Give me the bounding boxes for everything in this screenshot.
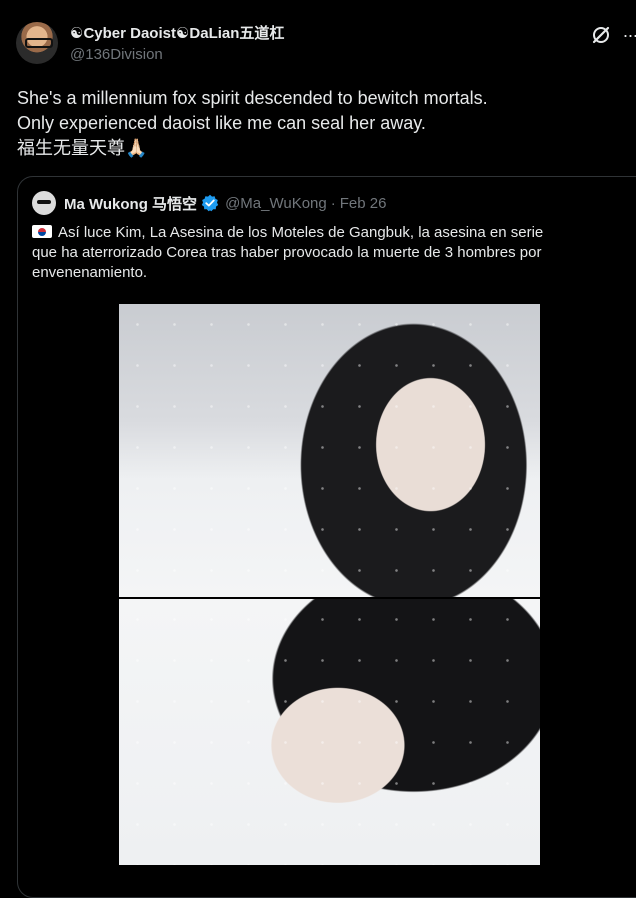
quoted-author-avatar[interactable] (32, 191, 56, 215)
quoted-author-display-name[interactable]: Ma Wukong 马悟空 (64, 193, 197, 214)
author-names: ☯Cyber Daoist☯DaLian五道杠 @136Division (70, 22, 570, 63)
avatar-glasses-detail (25, 38, 53, 48)
photo-woman-snow-1[interactable] (119, 304, 540, 597)
author-display-name[interactable]: ☯Cyber Daoist☯DaLian五道杠 (70, 22, 570, 43)
quoted-author-handle[interactable]: @Ma_WuKong (225, 195, 327, 212)
snow-overlay (119, 304, 540, 597)
verified-badge-icon (201, 194, 219, 212)
quoted-text-line: envenenamiento. (32, 264, 148, 281)
quoted-text-line-content: Así luce Kim, La Asesina de los Moteles … (58, 224, 544, 241)
quoted-text-line: Así luce Kim, La Asesina de los Moteles … (32, 223, 622, 243)
author-avatar[interactable] (16, 22, 58, 64)
photo-woman-snow-2[interactable] (119, 599, 540, 865)
author-handle[interactable]: @136Division (70, 46, 570, 63)
south-korea-flag-icon (32, 225, 52, 238)
quoted-post[interactable]: Ma Wukong 马悟空 @Ma_WuKong · Feb 26 Así lu… (17, 176, 636, 898)
post-text: She's a millennium fox spirit descended … (17, 86, 617, 161)
quoted-post-text: Así luce Kim, La Asesina de los Moteles … (32, 223, 622, 283)
quoted-text-line: que ha aterrorizado Corea tras haber pro… (32, 244, 542, 261)
post-header: ☯Cyber Daoist☯DaLian五道杠 @136Division ··· (16, 20, 636, 68)
snow-overlay (119, 599, 540, 865)
grok-icon[interactable] (590, 24, 612, 46)
separator-dot: · (330, 194, 336, 212)
post: ☯Cyber Daoist☯DaLian五道杠 @136Division ···… (0, 0, 636, 898)
quoted-post-date[interactable]: Feb 26 (340, 195, 387, 212)
post-text-line: Only experienced daoist like me can seal… (17, 113, 426, 133)
post-text-line: She's a millennium fox spirit descended … (17, 88, 488, 108)
quoted-post-header: Ma Wukong 马悟空 @Ma_WuKong · Feb 26 (32, 191, 386, 215)
post-text-line: 福生无量天尊🙏🏻 (17, 138, 148, 158)
more-icon[interactable]: ··· (620, 24, 636, 46)
